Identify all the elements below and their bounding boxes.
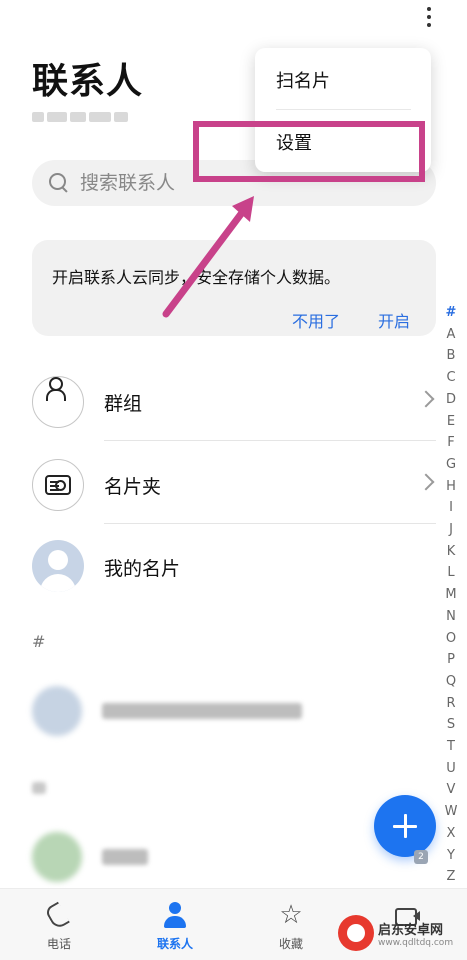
cloud-sync-message: 开启联系人云同步，安全存储个人数据。 (52, 268, 341, 287)
tab-contacts-label: 联系人 (156, 937, 193, 951)
index-letter[interactable]: Q (446, 671, 456, 693)
business-cards-row[interactable]: 名片夹 (32, 454, 436, 514)
chevron-right-icon (417, 473, 435, 491)
divider (276, 109, 411, 110)
index-letter[interactable]: L (447, 562, 454, 584)
index-letter[interactable]: N (446, 606, 456, 628)
cloud-sync-card: 开启联系人云同步，安全存储个人数据。 (32, 240, 436, 336)
contacts-icon (161, 901, 189, 929)
chevron-right-icon (417, 390, 435, 408)
section-header-hash: # (32, 632, 46, 651)
business-card-icon (32, 459, 84, 511)
group-icon-glyph (46, 376, 70, 401)
business-cards-label: 名片夹 (104, 476, 162, 498)
watermark-logo-icon (338, 915, 374, 951)
index-letter[interactable]: Z (447, 866, 456, 888)
search-input[interactable] (80, 172, 380, 194)
my-card-row[interactable]: 我的名片 (32, 540, 436, 600)
groups-row[interactable]: 群组 (32, 371, 436, 431)
sync-decline-button[interactable]: 不用了 (292, 308, 340, 332)
watermark-name: 启东安卓网 (378, 922, 444, 938)
add-contact-button[interactable] (374, 795, 436, 857)
index-letter[interactable]: G (446, 454, 456, 476)
sync-enable-button[interactable]: 开启 (378, 308, 410, 332)
index-letter[interactable]: P (447, 649, 455, 671)
more-options-icon[interactable] (416, 2, 442, 32)
index-letter[interactable]: A (447, 324, 456, 346)
index-letter[interactable]: T (447, 736, 455, 758)
index-letter[interactable]: X (447, 823, 456, 845)
index-letter[interactable]: K (447, 541, 456, 563)
index-letter[interactable]: B (447, 345, 456, 367)
index-letter[interactable]: U (446, 758, 456, 780)
fab-badge: 2 (414, 850, 428, 864)
section-header-blurred (32, 782, 46, 794)
index-letter[interactable]: # (446, 302, 457, 324)
account-subtitle-blurred (32, 108, 140, 126)
index-letter[interactable]: M (445, 584, 456, 606)
my-card-label: 我的名片 (104, 558, 181, 580)
tab-contacts[interactable]: 联系人 (130, 889, 220, 960)
index-letter[interactable]: H (446, 476, 456, 498)
groups-label: 群组 (104, 393, 143, 415)
index-letter[interactable]: E (447, 411, 455, 433)
contact-avatar-blurred[interactable] (32, 832, 82, 882)
tab-favorites[interactable]: ☆ 收藏 (246, 889, 336, 960)
index-letter[interactable]: Y (447, 845, 455, 867)
menu-item-settings[interactable]: 设置 (255, 112, 431, 172)
index-letter[interactable]: W (445, 801, 458, 823)
star-icon: ☆ (279, 900, 303, 930)
menu-item-scan-card[interactable]: 扫名片 (255, 50, 431, 110)
index-letter[interactable]: S (447, 714, 455, 736)
phone-icon (45, 901, 73, 929)
index-letter[interactable]: C (446, 367, 455, 389)
contact-avatar-blurred[interactable] (32, 686, 82, 736)
index-letter[interactable]: V (447, 779, 456, 801)
index-letter[interactable]: R (446, 693, 455, 715)
index-letter[interactable]: O (446, 628, 456, 650)
alphabet-index[interactable]: # A B C D E F G H I J K L M N O P Q R S T U V W X Y Z (440, 302, 462, 888)
tab-phone-label: 电话 (46, 937, 71, 951)
avatar (32, 540, 84, 592)
contact-name-blurred[interactable] (102, 849, 148, 865)
watermark: 启东安卓网 www.qdltdq.com (338, 915, 453, 951)
watermark-url: www.qdltdq.com (378, 937, 454, 948)
index-letter[interactable]: J (449, 519, 453, 541)
index-letter[interactable]: F (447, 432, 454, 454)
divider (104, 523, 436, 524)
page-title: 联系人 (32, 61, 144, 102)
overflow-popup-menu: 扫名片 设置 (255, 48, 431, 172)
index-letter[interactable]: I (449, 497, 453, 519)
contact-name-blurred[interactable] (102, 703, 302, 719)
tab-favorites-label: 收藏 (278, 937, 303, 951)
tab-phone[interactable]: 电话 (14, 889, 104, 960)
search-icon (48, 172, 70, 194)
index-letter[interactable]: D (446, 389, 456, 411)
divider (104, 440, 436, 441)
